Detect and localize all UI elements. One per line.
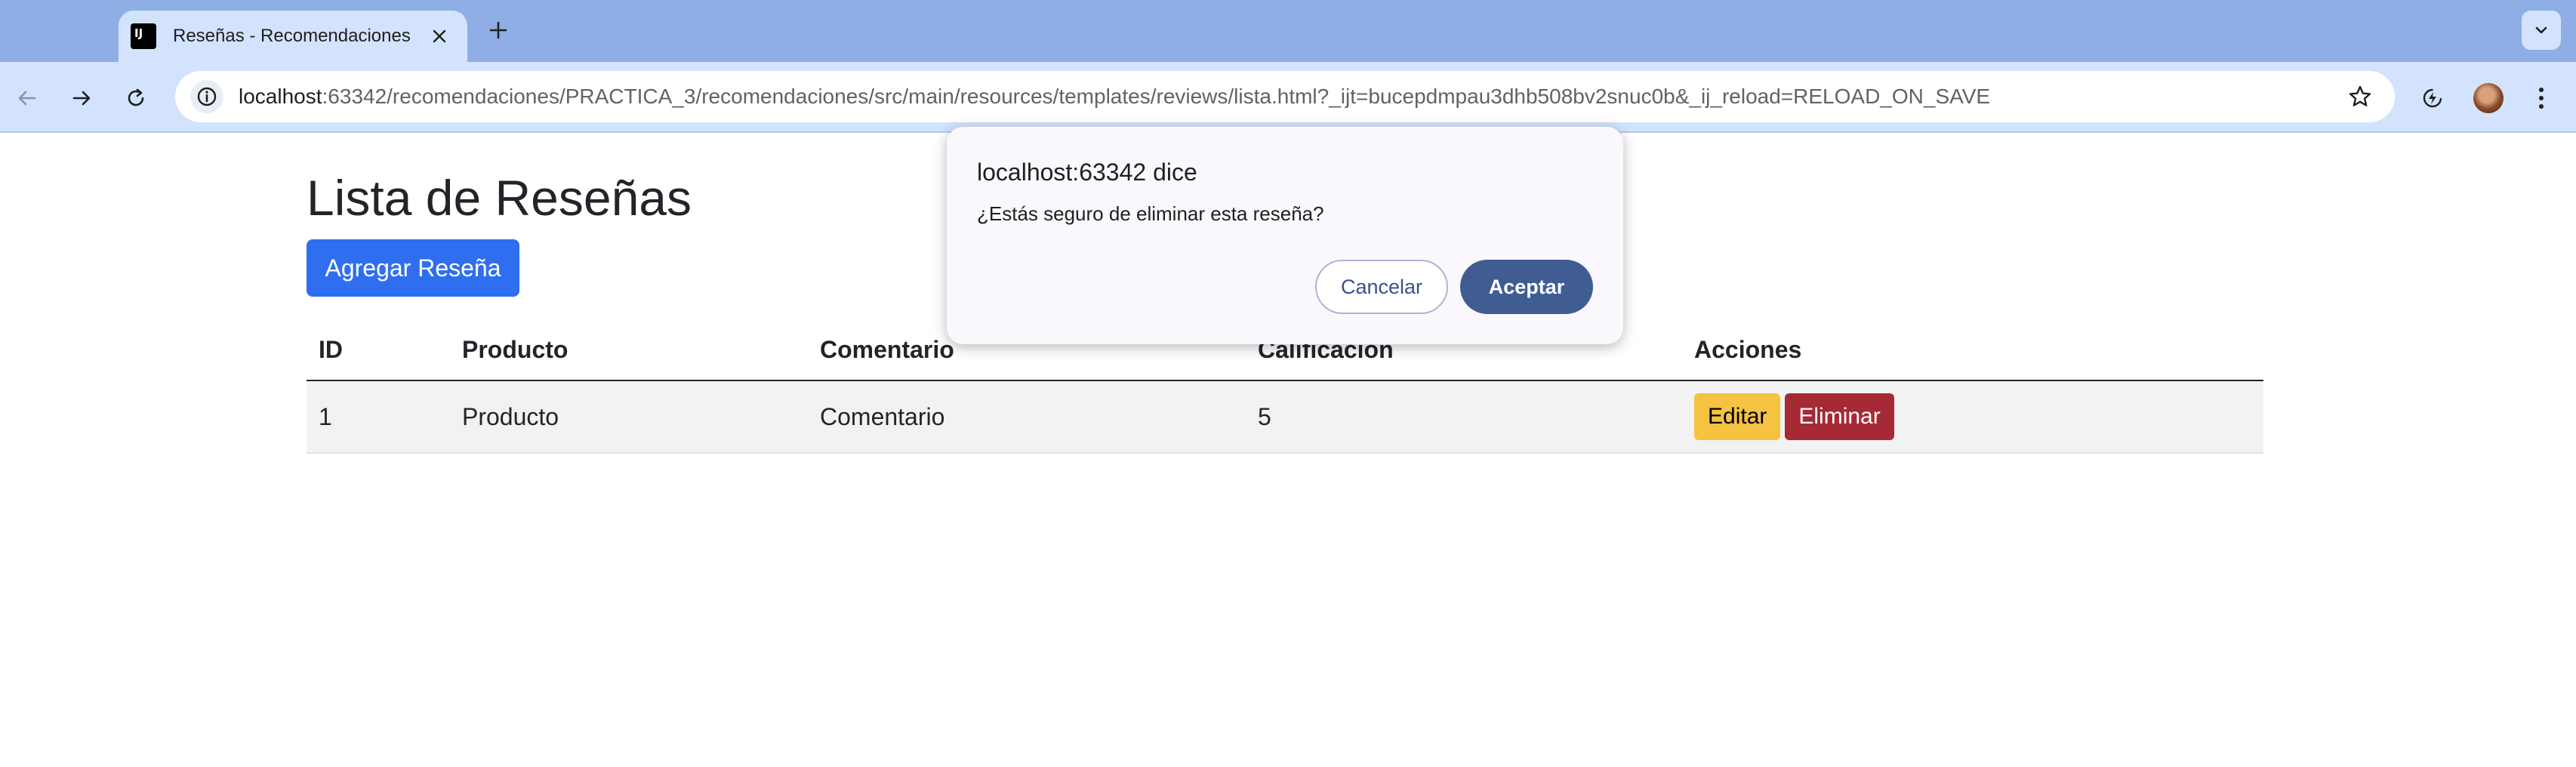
dialog-title: localhost:63342 dice bbox=[977, 159, 1197, 186]
dialog-message: ¿Estás seguro de eliminar esta reseña? bbox=[977, 202, 1324, 225]
site-info-icon[interactable] bbox=[190, 80, 223, 113]
edit-button[interactable]: Editar bbox=[1694, 393, 1781, 440]
cell-id: 1 bbox=[307, 380, 450, 454]
reload-icon[interactable] bbox=[118, 80, 154, 116]
forward-arrow-icon[interactable] bbox=[63, 80, 100, 116]
confirm-dialog: localhost:63342 dice ¿Estás seguro de el… bbox=[947, 127, 1623, 344]
table-row: 1 Producto Comentario 5 Editar Eliminar bbox=[307, 380, 2263, 454]
tab-search-chevron-icon[interactable] bbox=[2522, 11, 2561, 50]
back-arrow-icon[interactable] bbox=[9, 80, 45, 116]
browser-tabstrip: IJ Reseñas - Recomendaciones bbox=[0, 0, 2576, 62]
address-bar[interactable]: localhost:63342/recomendaciones/PRACTICA… bbox=[175, 71, 2395, 122]
page-title: Lista de Reseñas bbox=[307, 170, 692, 226]
add-review-button[interactable]: Agregar Reseña bbox=[307, 239, 519, 297]
delete-button[interactable]: Eliminar bbox=[1785, 393, 1894, 440]
browser-tab[interactable]: IJ Reseñas - Recomendaciones bbox=[119, 11, 467, 62]
url-path: :63342/recomendaciones/PRACTICA_3/recome… bbox=[322, 85, 1991, 108]
intellij-favicon-icon: IJ bbox=[131, 23, 156, 49]
close-tab-icon[interactable] bbox=[427, 23, 452, 49]
header-acciones: Acciones bbox=[1682, 320, 2263, 381]
profile-avatar[interactable] bbox=[2473, 83, 2504, 113]
cell-calificacion: 5 bbox=[1246, 380, 1682, 454]
accept-button[interactable]: Aceptar bbox=[1460, 260, 1593, 314]
url-text: localhost:63342/recomendaciones/PRACTICA… bbox=[239, 85, 1990, 109]
header-id: ID bbox=[307, 320, 450, 381]
tab-title: Reseñas - Recomendaciones bbox=[173, 26, 411, 46]
new-tab-plus-icon[interactable] bbox=[483, 15, 513, 45]
extension-icon[interactable] bbox=[2414, 80, 2451, 116]
cell-producto: Producto bbox=[450, 380, 808, 454]
url-host: localhost bbox=[239, 85, 322, 108]
header-producto: Producto bbox=[450, 320, 808, 381]
kebab-menu-icon[interactable] bbox=[2526, 80, 2556, 116]
browser-toolbar: localhost:63342/recomendaciones/PRACTICA… bbox=[0, 62, 2576, 133]
cell-comentario: Comentario bbox=[808, 380, 1246, 454]
bookmark-star-icon[interactable] bbox=[2345, 82, 2375, 112]
cancel-button[interactable]: Cancelar bbox=[1315, 260, 1448, 314]
cell-acciones: Editar Eliminar bbox=[1682, 380, 2263, 454]
